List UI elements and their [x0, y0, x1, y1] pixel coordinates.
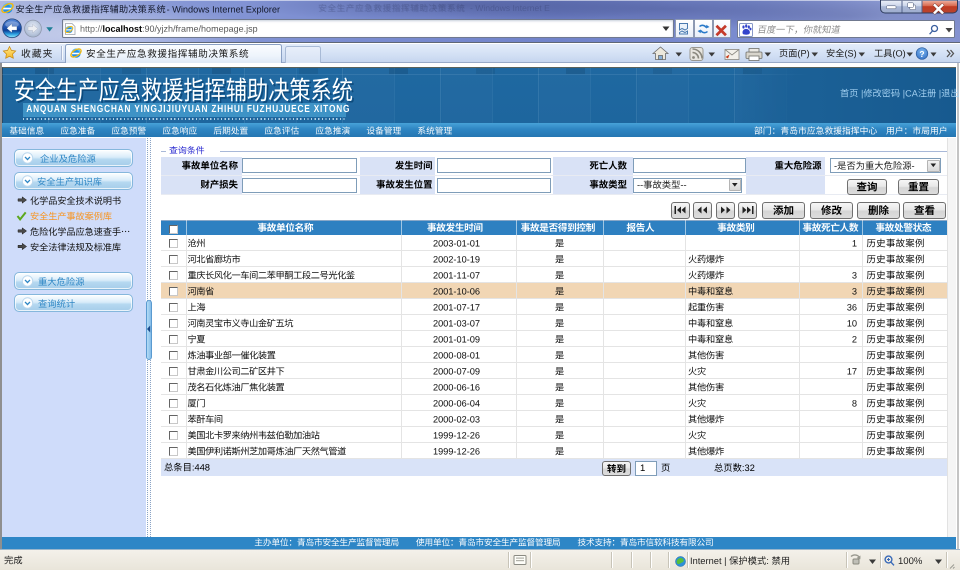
- svg-text:?: ?: [919, 49, 924, 59]
